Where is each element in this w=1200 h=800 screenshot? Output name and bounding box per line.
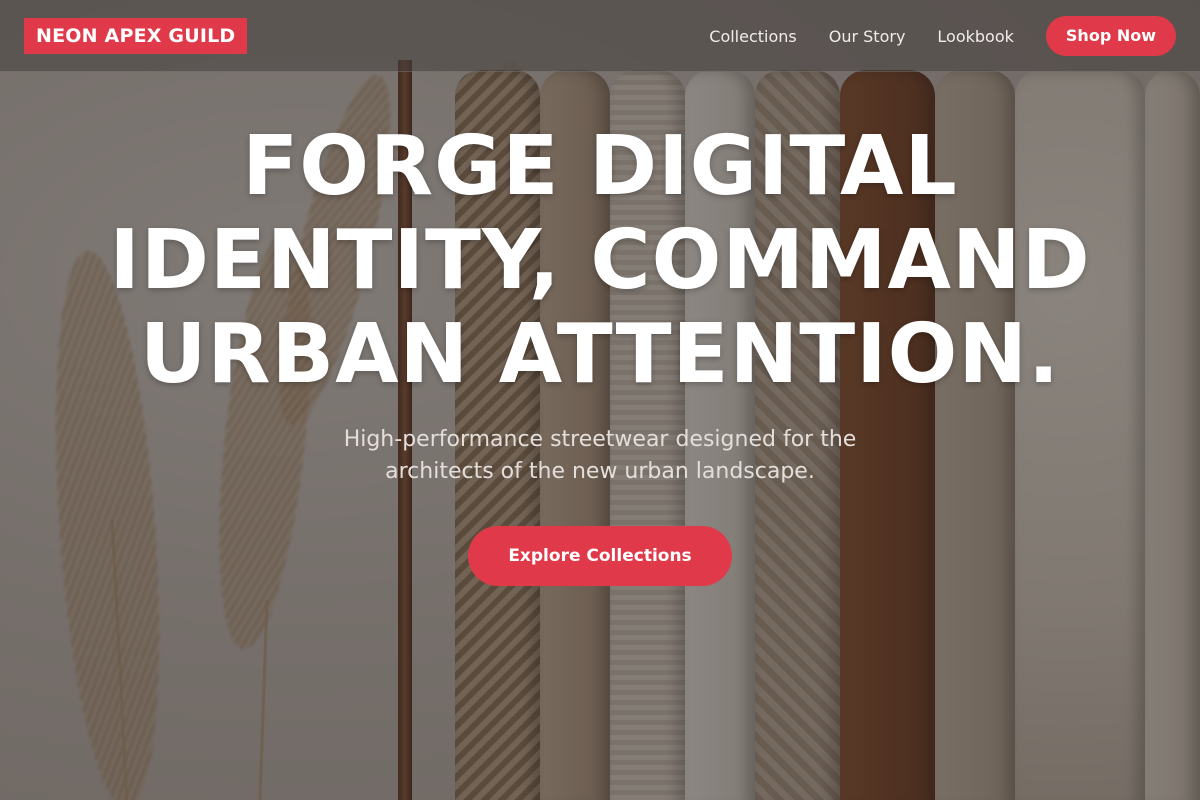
- explore-collections-button[interactable]: Explore Collections: [468, 526, 732, 586]
- site-header: NEON APEX GUILD Collections Our Story Lo…: [0, 0, 1200, 72]
- brand-logo[interactable]: NEON APEX GUILD: [24, 18, 248, 54]
- main-nav: Collections Our Story Lookbook Shop Now: [709, 16, 1176, 56]
- nav-link-our-story[interactable]: Our Story: [829, 27, 906, 46]
- nav-link-collections[interactable]: Collections: [709, 27, 796, 46]
- hero-subtitle: High-performance streetwear designed for…: [343, 427, 857, 484]
- hero-title: FORGE DIGITAL IDENTITY, COMMAND URBAN AT…: [109, 119, 1091, 402]
- landing-page: NEON APEX GUILD Collections Our Story Lo…: [0, 0, 1200, 800]
- shop-now-button[interactable]: Shop Now: [1045, 16, 1176, 56]
- hero-section: FORGE DIGITAL IDENTITY, COMMAND URBAN AT…: [0, 120, 1200, 586]
- nav-link-lookbook[interactable]: Lookbook: [937, 27, 1013, 46]
